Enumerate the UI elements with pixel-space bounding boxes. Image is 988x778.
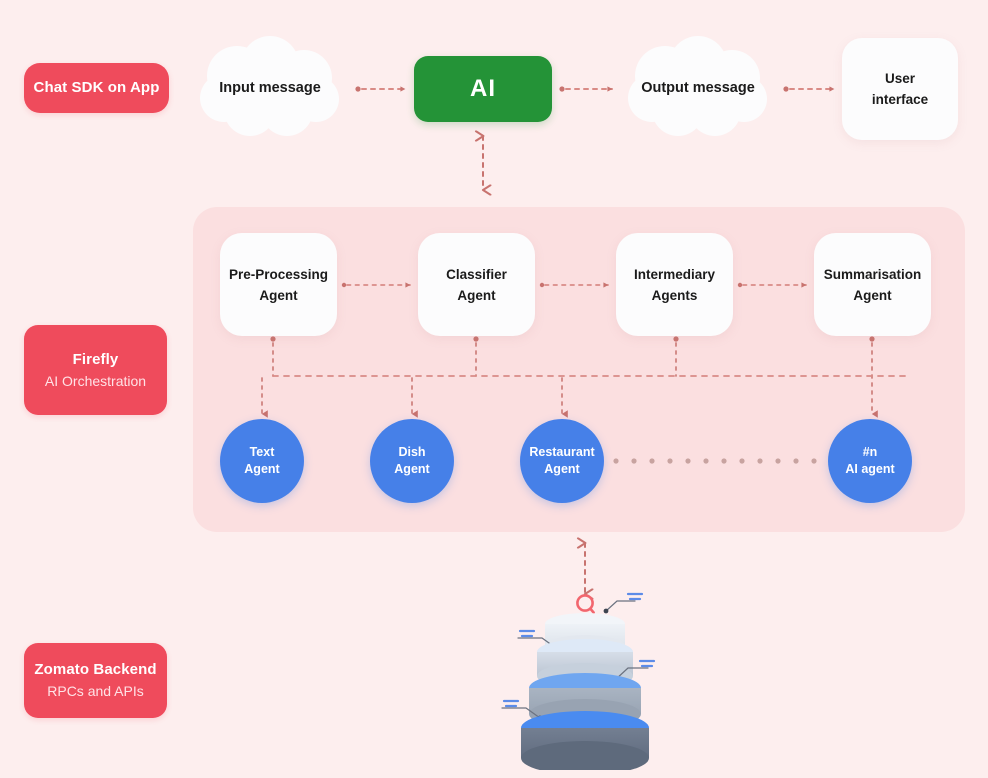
database-stack-icon [501,592,656,775]
badge-firefly: Firefly AI Orchestration [24,325,167,415]
node-output-message-label: Output message [641,80,755,96]
callout-bars-2 [518,629,536,638]
db-cylinder-4 [521,711,649,775]
card-line1: Summarisation [823,266,922,282]
node-user-interface-line2: interface [871,92,929,107]
circle-line1: Text [249,445,275,459]
badge-firefly-title: Firefly [72,350,119,368]
circle-line1: #n [862,445,878,459]
circle-line2: Agent [394,462,430,476]
callout-dot-1 [603,608,609,614]
card-line2: Agent [457,287,496,303]
node-text-agent[interactable]: Text Agent [220,419,304,503]
callout-bars-4 [502,699,520,708]
card-line2: Agent [259,287,298,303]
node-pre-processing-agent-label: Pre-Processing Agent [221,264,336,306]
node-dish-agent[interactable]: Dish Agent [370,419,454,503]
badge-zomato-backend-title: Zomato Backend [34,661,157,678]
callout-bars-1 [626,592,644,601]
node-dish-agent-label: Dish Agent [394,444,429,478]
node-classifier-agent[interactable]: Classifier Agent [418,233,535,336]
node-nth-ai-agent-label: #n AI agent [845,444,894,478]
badge-zomato-backend-subtitle: RPCs and APIs [47,683,144,699]
node-summarisation-agent-label: Summarisation Agent [816,264,930,306]
card-line1: Pre-Processing [228,266,329,282]
badge-chat-sdk-title: Chat SDK on App [33,79,160,96]
node-nth-ai-agent[interactable]: #n AI agent [828,419,912,503]
node-summarisation-agent[interactable]: Summarisation Agent [814,233,931,336]
badge-firefly-subtitle: AI Orchestration [44,372,147,389]
database-stack-illustration [490,580,690,775]
node-user-interface-line1: User [884,71,916,86]
badge-zomato-backend: Zomato Backend RPCs and APIs [24,643,167,718]
card-line2: Agent [853,287,892,303]
node-user-interface[interactable]: User interface [842,38,958,140]
node-ai[interactable]: AI [414,56,552,122]
callout-bars-3 [638,659,656,668]
node-classifier-agent-label: Classifier Agent [438,264,515,306]
circle-line1: Restaurant [529,445,595,459]
badge-chat-sdk: Chat SDK on App [24,63,169,113]
node-input-message-label: Input message [219,80,321,96]
circle-line1: Dish [398,445,426,459]
card-line1: Intermediary [633,266,716,282]
circle-line2: AI agent [845,462,895,476]
circle-line2: Agent [544,462,580,476]
search-icon [576,594,595,614]
card-line1: Classifier [446,266,507,282]
architecture-diagram: Chat SDK on App Input message AI Output … [0,0,988,778]
node-user-interface-label: User interface [864,68,936,110]
node-intermediary-agents-label: Intermediary Agents [626,264,723,306]
node-output-message: Output message [620,36,776,140]
callout-line-1 [605,600,636,612]
node-text-agent-label: Text Agent [244,444,279,478]
node-restaurant-agent-label: Restaurant Agent [529,444,594,478]
node-pre-processing-agent[interactable]: Pre-Processing Agent [220,233,337,336]
node-ai-label: AI [470,75,496,102]
node-intermediary-agents[interactable]: Intermediary Agents [616,233,733,336]
circle-line2: Agent [244,462,280,476]
node-restaurant-agent[interactable]: Restaurant Agent [520,419,604,503]
node-input-message: Input message [192,36,348,140]
card-line2: Agents [651,287,698,303]
